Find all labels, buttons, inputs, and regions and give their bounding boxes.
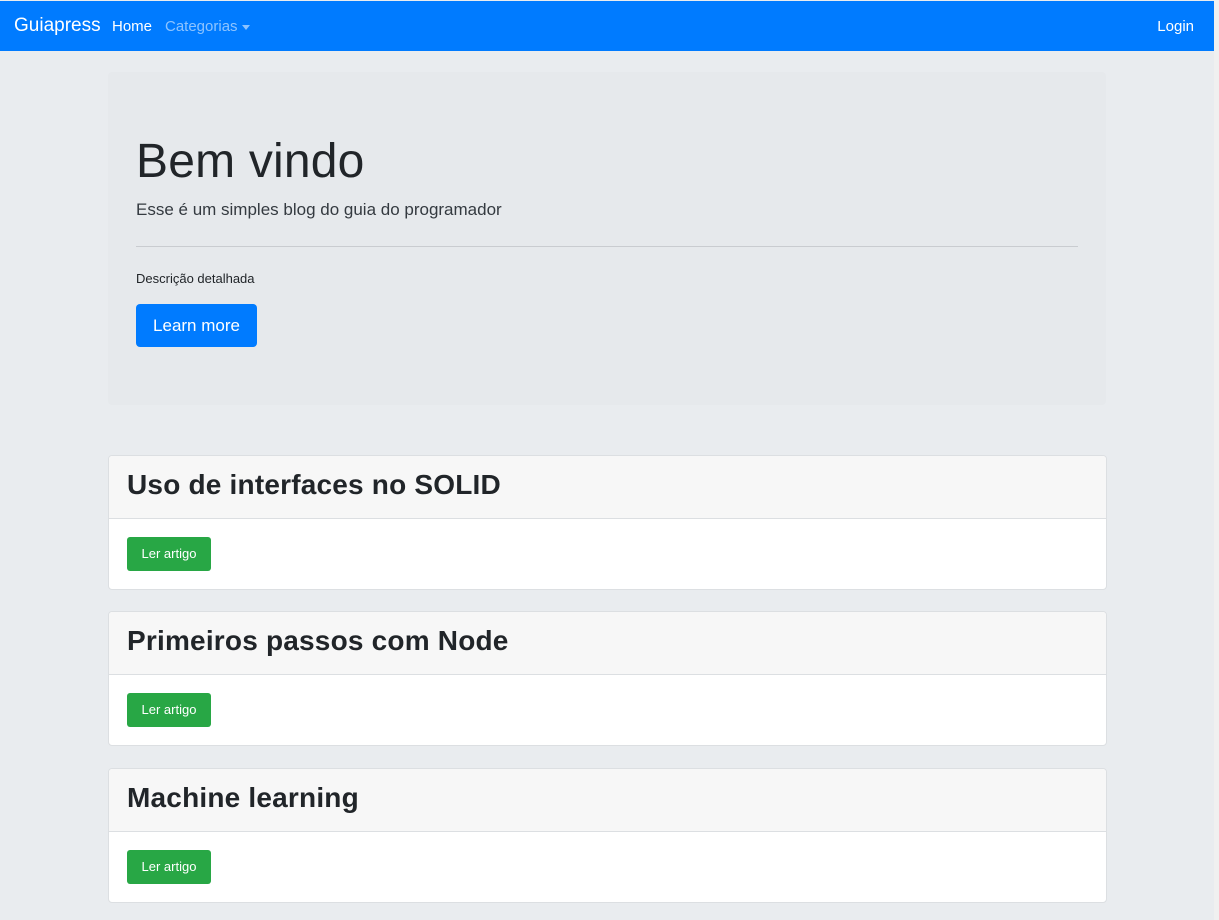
- hero-description: Descrição detalhada: [136, 271, 255, 286]
- read-article-button[interactable]: Ler artigo: [127, 537, 211, 571]
- page-scrollbar[interactable]: [1214, 0, 1219, 920]
- read-article-button[interactable]: Ler artigo: [127, 693, 211, 727]
- nav-categorias-label: Categorias: [165, 18, 238, 35]
- brand-link[interactable]: Guiapress: [14, 15, 101, 37]
- nav-categorias-dropdown[interactable]: Categorias: [165, 18, 250, 36]
- top-navbar: Guiapress Home Categorias Login: [0, 1, 1214, 51]
- article-card-header: Uso de interfaces no SOLID: [109, 456, 1106, 519]
- article-title: Primeiros passos com Node: [127, 625, 509, 656]
- hero-jumbotron: [108, 72, 1106, 405]
- learn-more-button[interactable]: Learn more: [136, 304, 257, 347]
- article-title: Machine learning: [127, 782, 359, 813]
- hero-title: Bem vindo: [136, 135, 365, 188]
- article-card-header: Machine learning: [109, 769, 1106, 832]
- read-article-button[interactable]: Ler artigo: [127, 850, 211, 884]
- article-title: Uso de interfaces no SOLID: [127, 469, 501, 500]
- nav-login-link[interactable]: Login: [1157, 18, 1194, 36]
- chevron-down-icon: [241, 24, 250, 30]
- article-card: Machine learning Ler artigo: [108, 768, 1107, 903]
- hero-lead: Esse é um simples blog do guia do progra…: [136, 200, 502, 219]
- article-card-header: Primeiros passos com Node: [109, 612, 1106, 675]
- article-card: Uso de interfaces no SOLID Ler artigo: [108, 455, 1107, 590]
- nav-home-link[interactable]: Home: [112, 18, 152, 36]
- hero-divider: [136, 246, 1078, 247]
- article-card: Primeiros passos com Node Ler artigo: [108, 611, 1107, 746]
